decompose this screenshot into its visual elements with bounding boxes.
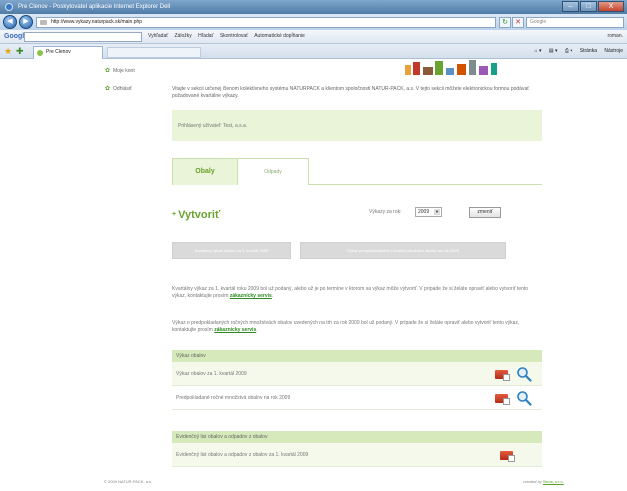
- tab-title: Pre Clenov: [46, 49, 71, 55]
- google-search-button[interactable]: Vyhľadať: [148, 33, 168, 39]
- notice-quarterly: Kvartálny výkaz za 1. kvartál roku 2009 …: [172, 286, 542, 300]
- intro-text: Vitajte v sekcii určenej členom kolektív…: [172, 86, 530, 99]
- forward-button[interactable]: ▶: [19, 15, 33, 29]
- annual-estimate-button-disabled: Výkaz predpokladaného ročného množstva o…: [300, 242, 506, 259]
- footer-author-link[interactable]: Sieos, s.r.o.: [543, 479, 564, 484]
- waste-record-section: Evidenčný list obalov a odpadov z obalov…: [172, 431, 542, 467]
- google-user[interactable]: roman.: [607, 30, 623, 43]
- create-heading: + Vytvoriť: [172, 209, 220, 221]
- page-viewport: ✿ Moje kont ✿ Odhlásiť Vitajte v sekcii ur…: [0, 59, 627, 491]
- browser-tab[interactable]: Pre Clenov: [33, 46, 103, 59]
- customer-service-link[interactable]: zákaznícky servis: [214, 327, 256, 333]
- google-tools: Vyhľadať Záložky Hľadať Skontrolovať Aut…: [148, 30, 310, 43]
- sidebar-item-label: Moje kont: [113, 68, 135, 74]
- address-bar: ◀ ▶ http://www.vykazy.naturpack.sk/main.…: [0, 14, 627, 30]
- url-field[interactable]: http://www.vykazy.naturpack.sk/main.php: [36, 17, 496, 28]
- browser-search-input[interactable]: Google: [526, 17, 624, 28]
- section-title: Výkaz obalov: [172, 350, 542, 362]
- pdf-download-icon[interactable]: [495, 394, 510, 405]
- sidebar-item-logout[interactable]: ✿ Odhlásiť: [105, 85, 132, 92]
- plus-icon: +: [172, 211, 177, 218]
- notice-quarterly-text: Kvartálny výkaz za 1. kvartál roku 2009 …: [172, 286, 529, 299]
- login-info-box: Prihlásený užívateľ: Test, a.s.a.: [172, 110, 542, 141]
- close-button[interactable]: X: [598, 1, 624, 12]
- ie-icon: [5, 3, 13, 11]
- google-toolbar: Google Vyhľadať Záložky Hľadať Skontrolo…: [0, 30, 627, 44]
- year-select[interactable]: 2009 ▼: [415, 207, 442, 217]
- home-icon[interactable]: ⌂ ▾: [535, 48, 542, 54]
- table-row: Evidenčný list obalov a odpadov z obalov…: [172, 443, 542, 467]
- sidebar-item-account[interactable]: ✿ Moje kont: [105, 67, 135, 74]
- pdf-download-icon[interactable]: [500, 451, 515, 462]
- packaging-report-section: Výkaz obalov Výkaz obalov za 1. kvartál …: [172, 350, 542, 410]
- section-title: Evidenčný list obalov a odpadov z obalov: [172, 431, 542, 443]
- new-tab-button[interactable]: [107, 47, 201, 58]
- window-titlebar: Pre Clenov - Poskytovatel aplikacie Inte…: [0, 0, 627, 14]
- tab-favicon-icon: [37, 50, 43, 56]
- magnifier-icon[interactable]: [516, 390, 532, 406]
- print-icon[interactable]: ⎙ ▾: [565, 48, 573, 54]
- tools-menu[interactable]: Nástroje: [604, 48, 623, 54]
- bullet-icon: ✿: [105, 68, 111, 74]
- footer-credits: created by Sieos, s.r.o.: [523, 479, 564, 484]
- window-title: Pre Clenov - Poskytovatel aplikacie Inte…: [18, 4, 171, 10]
- google-tool-bookmarks[interactable]: Záložky: [175, 33, 192, 39]
- row-label: Evidenčný list obalov a odpadov z obalov…: [176, 452, 309, 458]
- sidebar-item-label: Odhlásiť: [113, 86, 132, 92]
- favorites-star-icon[interactable]: ★: [4, 45, 12, 57]
- google-tool-find[interactable]: Hľadať: [198, 33, 213, 39]
- notice-annual: Výkaz o predpokladaných ročných množstvá…: [172, 320, 542, 334]
- table-row: Predpokladané ročné množstvá obalov na r…: [172, 386, 542, 410]
- row-label: Predpokladané ročné množstvá obalov na r…: [176, 395, 291, 401]
- window-controls: – □ X: [562, 1, 624, 12]
- customer-service-link[interactable]: zákaznícky servis: [230, 293, 272, 299]
- favorites-bar: ★ ✚ Pre Clenov ⌂ ▾ ▤ ▾ ⎙ ▾ Stránka Nástr…: [0, 44, 627, 59]
- notice-quarterly-end: .: [271, 293, 274, 299]
- footer-created-by: created by: [523, 479, 542, 484]
- magnifier-icon[interactable]: [516, 366, 532, 382]
- create-label: Vytvoriť: [178, 209, 221, 221]
- tab-bar: Obaly Odpady: [172, 158, 542, 185]
- minimize-button[interactable]: –: [562, 1, 579, 12]
- row-label: Výkaz obalov za 1. kvartál 2009: [176, 371, 247, 377]
- login-info: Prihlásený užívateľ: Test, a.s.a.: [178, 123, 248, 129]
- google-tool-check[interactable]: Skontrolovať: [220, 33, 248, 39]
- command-bar: ⌂ ▾ ▤ ▾ ⎙ ▾ Stránka Nástroje: [529, 44, 623, 58]
- year-label: Výkazy za rok:: [369, 209, 402, 215]
- maximize-button[interactable]: □: [580, 1, 597, 12]
- footer-copyright: © 2009 NATUR-PACK, a.s.: [104, 479, 153, 484]
- refresh-button[interactable]: ↻: [499, 17, 511, 28]
- back-button[interactable]: ◀: [3, 15, 17, 29]
- feeds-icon[interactable]: ▤ ▾: [549, 48, 558, 54]
- pdf-download-icon[interactable]: [495, 370, 510, 381]
- change-year-button[interactable]: zmeniť: [469, 207, 501, 218]
- chevron-down-icon: ▼: [434, 209, 440, 215]
- google-search-input[interactable]: [24, 32, 142, 42]
- notice-annual-end: .: [256, 327, 258, 333]
- add-favorites-icon[interactable]: ✚: [16, 45, 24, 57]
- quarterly-report-button-disabled: Kvartálny výkaz obalov za 3. kvartál 200…: [172, 242, 291, 259]
- tab-odpady[interactable]: Odpady: [238, 158, 309, 185]
- url-text: http://www.vykazy.naturpack.sk/main.php: [51, 19, 143, 25]
- bullet-icon: ✿: [105, 86, 111, 92]
- table-row: Výkaz obalov za 1. kvartál 2009: [172, 362, 542, 386]
- stop-button[interactable]: ✕: [512, 17, 524, 28]
- page-icon: [40, 20, 47, 25]
- year-value: 2009: [418, 209, 430, 215]
- google-tool-autofill[interactable]: Automatické dopĺňanie: [254, 33, 305, 39]
- header-decoration-image: [383, 59, 523, 80]
- page-menu[interactable]: Stránka: [580, 48, 597, 54]
- tab-obaly[interactable]: Obaly: [172, 158, 238, 185]
